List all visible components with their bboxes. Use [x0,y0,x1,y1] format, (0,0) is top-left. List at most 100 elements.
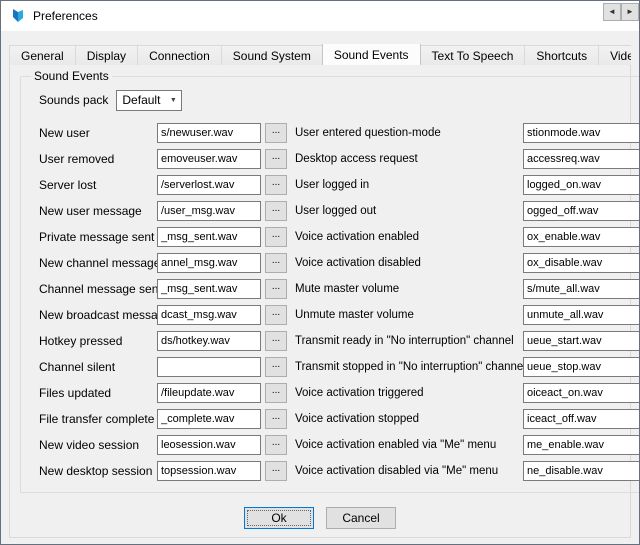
voice-activation-enabled-label: Voice activation enabled [295,231,523,243]
file-transfer-complete-label: File transfer complete [39,412,157,426]
voice-activation-stopped-label: Voice activation stopped [295,413,523,425]
sound-events-group: Sound Events Sounds pack Default ▼ New u… [20,69,640,493]
voice-activation-enabled-input[interactable] [523,227,640,247]
sound-event-row: Private message sent... [39,224,287,250]
voice-activation-triggered-input[interactable] [523,383,640,403]
sounds-pack-label: Sounds pack [39,93,108,107]
sound-event-row: New channel message... [39,250,287,276]
sound-event-row: Voice activation triggered... [295,380,640,406]
transmit-ready-in-no-interruption-channel-input[interactable] [523,331,640,351]
new-user-message-browse-button[interactable]: ... [265,201,287,221]
user-removed-input[interactable] [157,149,261,169]
new-broadcast-message-input[interactable] [157,305,261,325]
sound-event-row: Transmit stopped in "No interruption" ch… [295,354,640,380]
tab-scroll-right-button[interactable]: ► [621,3,639,21]
user-logged-in-label: User logged in [295,179,523,191]
desktop-access-request-label: Desktop access request [295,153,523,165]
new-user-browse-button[interactable]: ... [265,123,287,143]
new-desktop-session-browse-button[interactable]: ... [265,461,287,481]
tab-text-to-speech[interactable]: Text To Speech [420,45,526,65]
new-desktop-session-label: New desktop session [39,464,157,478]
channel-silent-input[interactable] [157,357,261,377]
sound-event-row: User removed... [39,146,287,172]
private-message-sent-label: Private message sent [39,230,157,244]
new-user-input[interactable] [157,123,261,143]
tab-general[interactable]: General [9,45,76,65]
file-transfer-complete-browse-button[interactable]: ... [265,409,287,429]
channel-message-sent-browse-button[interactable]: ... [265,279,287,299]
tab-shortcuts[interactable]: Shortcuts [524,45,599,65]
sound-event-row: New video session... [39,432,287,458]
chevron-down-icon: ▼ [165,97,181,104]
server-lost-browse-button[interactable]: ... [265,175,287,195]
tab-bar: GeneralDisplayConnectionSound SystemSoun… [9,44,631,65]
mute-master-volume-input[interactable] [523,279,640,299]
transmit-ready-in-no-interruption-channel-label: Transmit ready in "No interruption" chan… [295,335,523,347]
new-channel-message-input[interactable] [157,253,261,273]
cancel-button[interactable]: Cancel [326,507,396,529]
new-user-message-input[interactable] [157,201,261,221]
group-title: Sound Events [31,69,112,83]
sounds-pack-combo[interactable]: Default ▼ [116,90,182,111]
hotkey-pressed-label: Hotkey pressed [39,334,157,348]
tab-sound-system[interactable]: Sound System [221,45,323,65]
sound-event-row: Transmit ready in "No interruption" chan… [295,328,640,354]
tab-connection[interactable]: Connection [137,45,222,65]
sound-event-row: User logged in... [295,172,640,198]
user-removed-label: User removed [39,152,157,166]
new-desktop-session-input[interactable] [157,461,261,481]
file-transfer-complete-input[interactable] [157,409,261,429]
hotkey-pressed-browse-button[interactable]: ... [265,331,287,351]
user-logged-out-label: User logged out [295,205,523,217]
new-video-session-browse-button[interactable]: ... [265,435,287,455]
sound-event-row: User logged out... [295,198,640,224]
voice-activation-disabled-via-me-menu-label: Voice activation disabled via "Me" menu [295,465,523,477]
right-column: User entered question-mode...Desktop acc… [295,120,640,484]
transmit-stopped-in-no-interruption-channel-input[interactable] [523,357,640,377]
tab-sound-events[interactable]: Sound Events [322,44,421,65]
voice-activation-enabled-via-me-menu-input[interactable] [523,435,640,455]
sounds-pack-value: Default [122,93,160,107]
new-user-label: New user [39,126,157,140]
sound-event-row: Voice activation enabled via "Me" menu..… [295,432,640,458]
app-icon [10,8,26,24]
tab-scroll-left-button[interactable]: ◄ [603,3,621,21]
ok-button[interactable]: Ok [244,507,314,529]
private-message-sent-browse-button[interactable]: ... [265,227,287,247]
sound-event-row: Hotkey pressed... [39,328,287,354]
sound-event-row: Files updated... [39,380,287,406]
channel-message-sent-input[interactable] [157,279,261,299]
new-user-message-label: New user message [39,204,157,218]
transmit-stopped-in-no-interruption-channel-label: Transmit stopped in "No interruption" ch… [295,361,523,373]
files-updated-browse-button[interactable]: ... [265,383,287,403]
files-updated-input[interactable] [157,383,261,403]
user-logged-out-input[interactable] [523,201,640,221]
sound-event-row: File transfer complete... [39,406,287,432]
user-entered-question-mode-label: User entered question-mode [295,127,523,139]
tab-scroll-buttons: ◄ ► [603,3,639,21]
user-removed-browse-button[interactable]: ... [265,149,287,169]
new-channel-message-browse-button[interactable]: ... [265,253,287,273]
sound-event-row: Voice activation stopped... [295,406,640,432]
channel-silent-browse-button[interactable]: ... [265,357,287,377]
unmute-master-volume-input[interactable] [523,305,640,325]
hotkey-pressed-input[interactable] [157,331,261,351]
new-video-session-input[interactable] [157,435,261,455]
voice-activation-triggered-label: Voice activation triggered [295,387,523,399]
new-broadcast-message-browse-button[interactable]: ... [265,305,287,325]
voice-activation-disabled-via-me-menu-input[interactable] [523,461,640,481]
user-logged-in-input[interactable] [523,175,640,195]
sound-event-columns: New user...User removed...Server lost...… [39,120,640,484]
voice-activation-disabled-input[interactable] [523,253,640,273]
voice-activation-stopped-input[interactable] [523,409,640,429]
private-message-sent-input[interactable] [157,227,261,247]
tab-display[interactable]: Display [75,45,138,65]
server-lost-input[interactable] [157,175,261,195]
tab-video[interactable]: Video [598,45,631,65]
user-entered-question-mode-input[interactable] [523,123,640,143]
files-updated-label: Files updated [39,386,157,400]
desktop-access-request-input[interactable] [523,149,640,169]
sound-event-row: New broadcast message... [39,302,287,328]
unmute-master-volume-label: Unmute master volume [295,309,523,321]
sound-event-row: Voice activation disabled... [295,250,640,276]
